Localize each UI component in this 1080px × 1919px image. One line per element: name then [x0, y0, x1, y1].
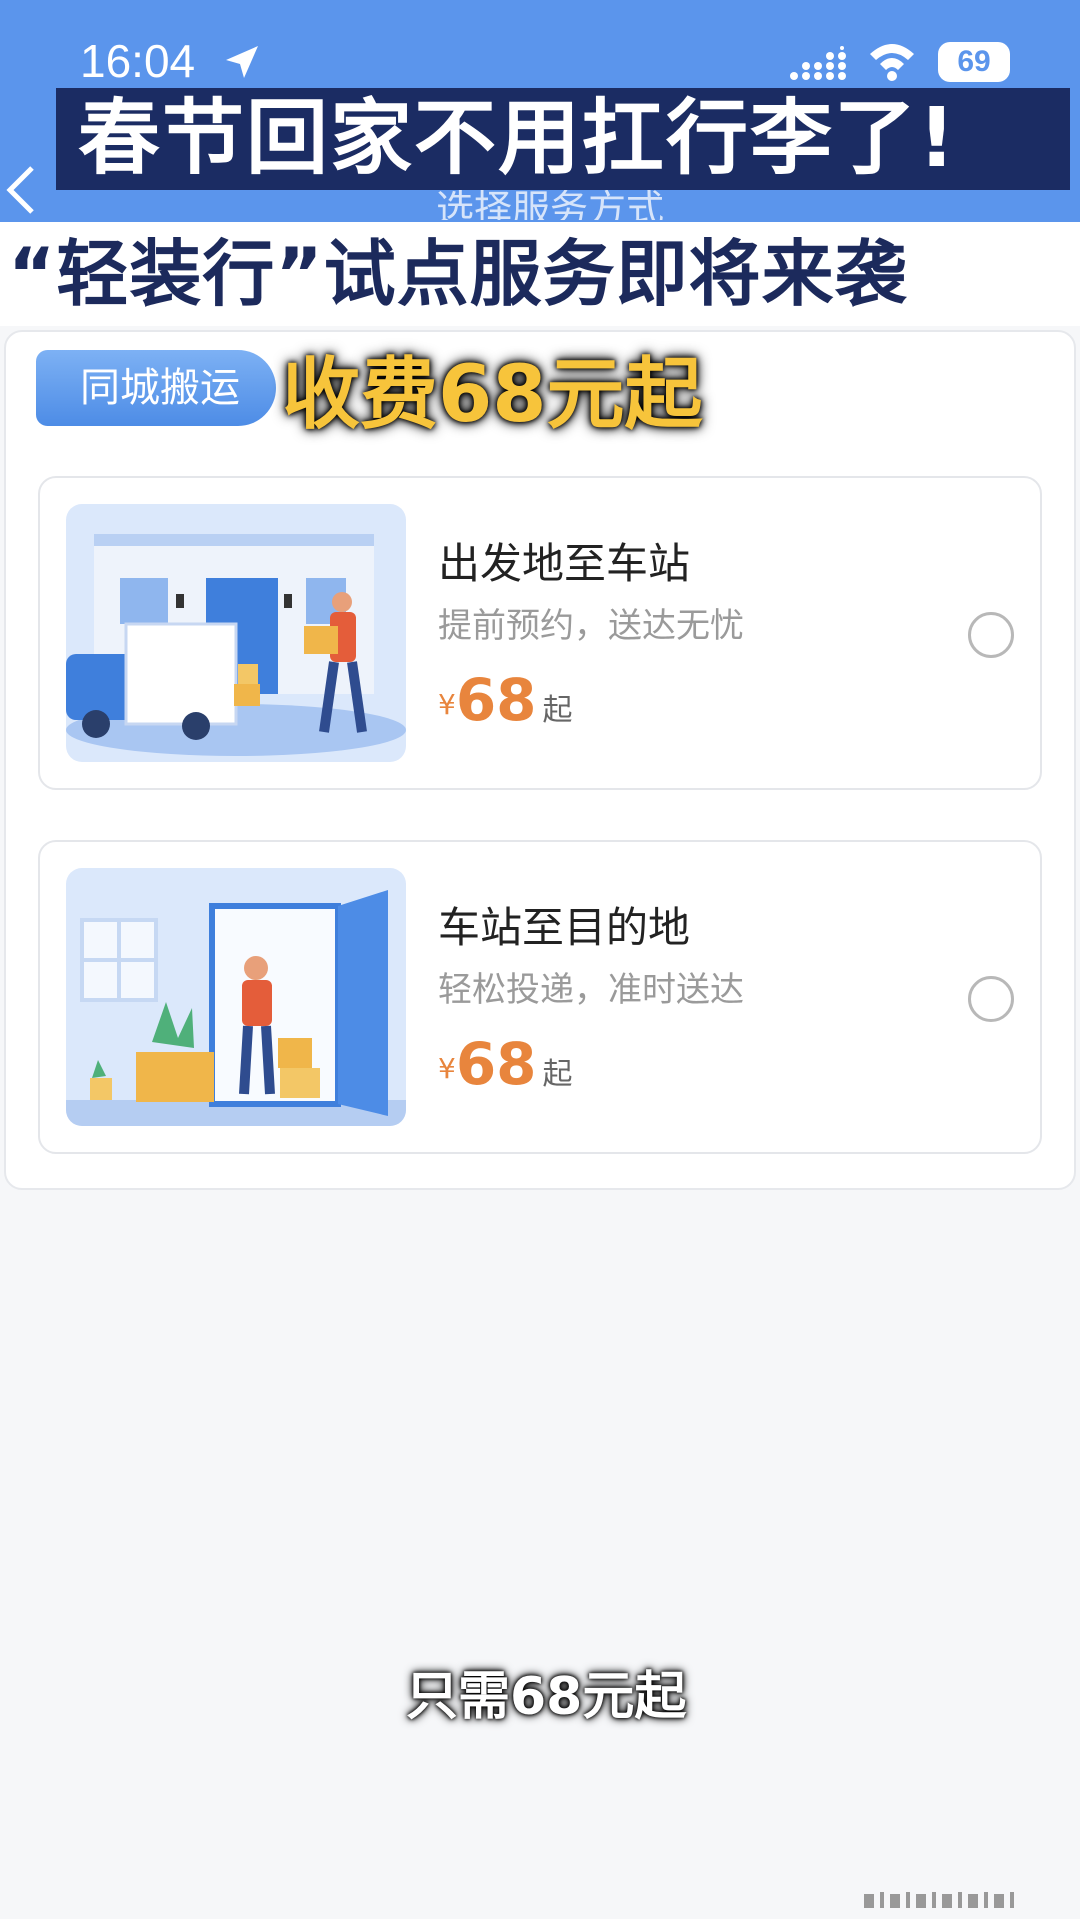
status-time: 16:04	[80, 35, 196, 87]
headline-text: 春节回家不用扛行李了!	[78, 91, 958, 186]
service-subtitle: 提前预约，送达无忧	[438, 606, 744, 646]
price-suffix: 起	[542, 1057, 573, 1092]
select-radio[interactable]	[968, 612, 1014, 658]
service-option-destination[interactable]: 车站至目的地 轻松投递，准时送达 ¥68 起	[38, 840, 1042, 1154]
location-arrow-icon	[226, 46, 258, 78]
delivery-truck-illustration	[66, 504, 406, 762]
battery-indicator: 69	[938, 42, 1010, 82]
headline-banner: 春节回家不用扛行李了!	[56, 88, 1070, 190]
service-title: 车站至目的地	[438, 903, 691, 952]
service-price: ¥68 起	[438, 666, 573, 734]
watermark-icon	[864, 1892, 1014, 1908]
service-subtitle: 轻松投递，准时送达	[438, 970, 744, 1010]
currency-symbol: ¥	[438, 688, 456, 721]
price-suffix: 起	[542, 693, 573, 728]
tab-city-moving[interactable]: 同城搬运	[36, 350, 276, 426]
video-subtitle: 只需68元起	[406, 1667, 687, 1727]
service-option-departure[interactable]: 出发地至车站 提前预约，送达无忧 ¥68 起	[38, 476, 1042, 790]
signal-icon	[790, 46, 846, 80]
service-price: ¥68 起	[438, 1030, 573, 1098]
service-title: 出发地至车站	[438, 539, 691, 588]
subhead-text: “轻装行”试点服务即将来袭	[8, 232, 908, 316]
back-chevron-icon[interactable]	[4, 164, 38, 216]
price-amount: 68	[455, 1030, 537, 1098]
price-caption-banner: 收费68元起	[282, 350, 703, 440]
select-radio[interactable]	[968, 976, 1014, 1022]
currency-symbol: ¥	[438, 1052, 456, 1085]
courier-door-illustration	[66, 868, 406, 1126]
subhead-banner: “轻装行”试点服务即将来袭	[0, 222, 1080, 326]
price-amount: 68	[455, 666, 537, 734]
wifi-icon	[870, 44, 914, 81]
